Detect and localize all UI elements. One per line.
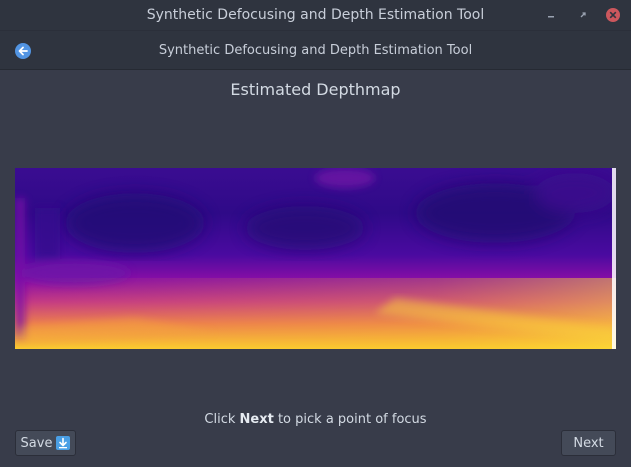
instruction-emphasis: Next [239,412,274,427]
window-title: Synthetic Defocusing and Depth Estimatio… [146,7,485,23]
next-button-label: Next [573,435,604,451]
back-arrow-icon [15,43,31,59]
instruction-text: Click Next to pick a point of focus [0,412,631,427]
minimize-icon [548,16,554,18]
maximize-icon [580,12,586,18]
window-titlebar[interactable]: Synthetic Defocusing and Depth Estimatio… [0,0,631,30]
close-icon [606,8,620,22]
save-button-label: Save [20,435,53,451]
minimize-button[interactable] [541,5,561,25]
save-button[interactable]: Save [15,430,76,456]
instruction-prefix: Click [204,412,240,427]
header-subtitle: Synthetic Defocusing and Depth Estimatio… [158,42,473,58]
maximize-button[interactable] [573,5,593,25]
page-title: Estimated Depthmap [230,80,401,99]
app-window: Synthetic Defocusing and Depth Estimatio… [0,0,631,467]
instruction-suffix: to pick a point of focus [273,412,427,427]
close-button[interactable] [603,5,623,25]
download-icon [56,436,71,450]
next-button[interactable]: Next [561,430,616,456]
depthmap-image [15,168,616,349]
header-bar: Synthetic Defocusing and Depth Estimatio… [0,30,631,70]
back-button[interactable] [13,41,33,61]
